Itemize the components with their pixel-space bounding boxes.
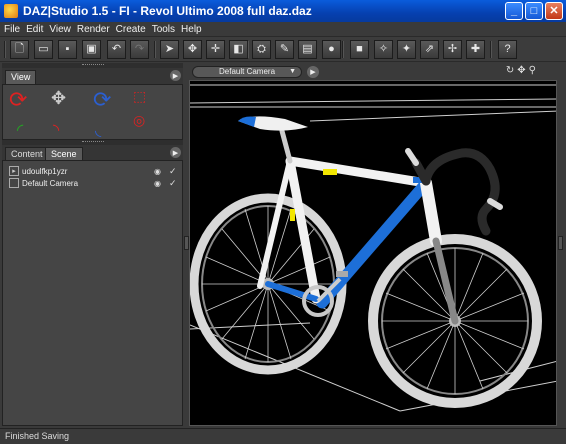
camera-add-icon[interactable]: ✢ xyxy=(443,40,462,59)
undo-icon[interactable]: ↶ xyxy=(107,40,126,59)
frame-icon[interactable]: ⬚ xyxy=(133,89,146,103)
minimize-button[interactable]: _ xyxy=(505,2,523,20)
dolly-icon[interactable]: ◟ xyxy=(95,123,101,139)
viewport-header: Default Camera ▼ ▶ ↻ ✥ ⚲ xyxy=(186,64,556,80)
close-button[interactable]: ✕ xyxy=(545,2,563,20)
open-folder-icon[interactable]: ▭ xyxy=(34,40,53,59)
maximize-button[interactable]: □ xyxy=(525,2,543,20)
scene-item-figure[interactable]: ▸ udoulfkp1yzr ◉ ✓ xyxy=(9,165,179,177)
scale-icon[interactable]: ◧ xyxy=(229,40,248,59)
viewport-zoom-icon[interactable]: ⚲ xyxy=(529,65,536,76)
orbit-red-icon[interactable]: ⟳ xyxy=(9,89,27,111)
render-icon[interactable]: ✎ xyxy=(275,40,294,59)
daz-app-icon xyxy=(4,4,18,18)
viewport-orbit-icon[interactable]: ↻ xyxy=(506,65,514,76)
target-icon[interactable]: ◎ xyxy=(133,113,145,127)
chevron-down-icon: ▼ xyxy=(289,68,296,75)
visibility-eye-icon[interactable]: ◉ xyxy=(154,167,161,176)
menu-bar: File Edit View Render Create Tools Help xyxy=(0,22,566,36)
3d-viewport[interactable] xyxy=(189,80,557,426)
orbit-blue-icon[interactable]: ⟳ xyxy=(93,89,111,111)
orbit-green-icon[interactable]: ◜ xyxy=(17,123,23,139)
pan-icon[interactable]: ✥ xyxy=(51,89,66,107)
figure-add-icon[interactable]: ✚ xyxy=(466,40,485,59)
redo-icon[interactable]: ↷ xyxy=(130,40,149,59)
tab-view[interactable]: View xyxy=(5,70,37,84)
pointlight-icon[interactable]: ✦ xyxy=(397,40,416,59)
status-bar: Finished Saving xyxy=(0,428,566,444)
save-as-icon[interactable]: ▣ xyxy=(82,40,101,59)
menu-view[interactable]: View xyxy=(49,24,71,35)
view-pane: ⟳ ✥ ⟳ ⬚ ◎ ◜ ◝ ◟ xyxy=(2,84,183,140)
save-icon[interactable]: ▪ xyxy=(58,40,77,59)
bicycle-render xyxy=(190,84,556,412)
visibility-eye-icon[interactable]: ◉ xyxy=(154,179,161,188)
distant-light-icon[interactable]: ⇗ xyxy=(420,40,439,59)
add-node-icon[interactable]: ■ xyxy=(350,40,369,59)
tab-scene[interactable]: Scene xyxy=(45,147,83,161)
sphere-icon[interactable]: ● xyxy=(322,40,341,59)
menu-tools[interactable]: Tools xyxy=(152,24,175,35)
render-settings-icon[interactable]: ▤ xyxy=(298,40,317,59)
menu-edit[interactable]: Edit xyxy=(26,24,43,35)
scene-item-label: Default Camera xyxy=(22,178,79,188)
view-pane-tabs: View ▶ xyxy=(2,68,183,84)
translate-icon[interactable]: ✛ xyxy=(206,40,225,59)
main-toolbar: 🗋 ▭ ▪ ▣ ↶ ↷ ➤ ✥ ✛ ◧ ⛭ ✎ ▤ ● ■ ✧ ✦ ⇗ ✢ ✚ … xyxy=(0,36,566,62)
camera-select-label: Default Camera xyxy=(219,67,276,76)
help-icon[interactable]: ? xyxy=(498,40,517,59)
select-arrow-icon[interactable]: ➤ xyxy=(160,40,179,59)
scene-pane-menu-icon[interactable]: ▶ xyxy=(170,147,181,158)
viewport-pan-icon[interactable]: ✥ xyxy=(517,65,525,76)
status-message: Finished Saving xyxy=(5,431,70,441)
right-splitter-handle[interactable] xyxy=(558,236,563,250)
node-select-icon[interactable]: ⛭ xyxy=(252,40,271,59)
scene-item-label: udoulfkp1yzr xyxy=(22,166,68,176)
spotlight-icon[interactable]: ✧ xyxy=(374,40,393,59)
select-check-icon[interactable]: ✓ xyxy=(169,178,177,189)
camera-select[interactable]: Default Camera ▼ xyxy=(192,66,302,78)
window-title: DAZ|Studio 1.5 - FI - Revol Ultimo 2008 … xyxy=(23,4,312,18)
rotate-icon[interactable]: ✥ xyxy=(183,40,202,59)
menu-render[interactable]: Render xyxy=(77,24,110,35)
tab-content[interactable]: Content xyxy=(5,147,49,161)
select-check-icon[interactable]: ✓ xyxy=(169,166,177,177)
camera-next-icon[interactable]: ▶ xyxy=(307,66,319,78)
scene-pane-tabs: Content Scene ▶ xyxy=(2,145,183,161)
camera-node-icon xyxy=(9,178,19,188)
menu-file[interactable]: File xyxy=(4,24,20,35)
scene-item-camera[interactable]: Default Camera ◉ ✓ xyxy=(9,177,179,189)
view-pane-menu-icon[interactable]: ▶ xyxy=(170,70,181,81)
figure-node-icon: ▸ xyxy=(9,166,19,176)
menu-help[interactable]: Help xyxy=(181,24,202,35)
new-file-icon[interactable]: 🗋 xyxy=(10,40,29,59)
menu-create[interactable]: Create xyxy=(116,24,146,35)
window-title-bar: DAZ|Studio 1.5 - FI - Revol Ultimo 2008 … xyxy=(0,0,566,22)
scene-pane: ▸ udoulfkp1yzr ◉ ✓ Default Camera ◉ ✓ xyxy=(2,160,183,426)
saddle-accent xyxy=(238,116,256,127)
roll-icon[interactable]: ◝ xyxy=(53,123,59,139)
bike-frame xyxy=(257,128,459,325)
